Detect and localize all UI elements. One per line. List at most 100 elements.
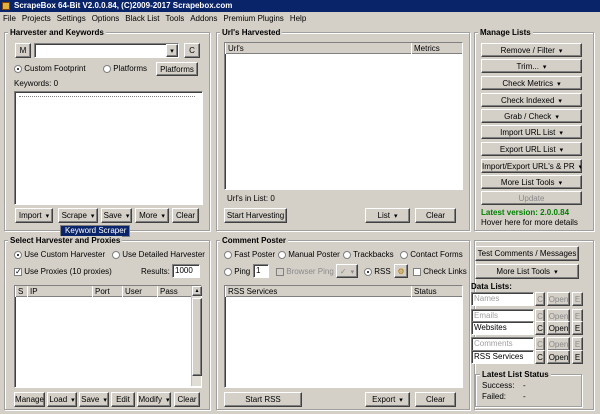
rss-radio[interactable]: RSS <box>364 267 391 277</box>
names-field[interactable]: Names <box>471 292 534 306</box>
rss-services-open-button[interactable]: Open <box>547 350 570 364</box>
import-url-list-button[interactable]: Import URL List <box>481 125 582 139</box>
export-label: Export <box>372 395 396 404</box>
proxy-scrollbar[interactable]: ▴ <box>191 286 202 386</box>
remove-filter-button[interactable]: Remove / Filter <box>481 43 582 57</box>
menu-options[interactable]: Options <box>92 14 120 23</box>
platforms-radio[interactable]: Platforms <box>103 64 147 74</box>
checkmark-icon: ✓ <box>14 266 22 276</box>
col-metrics[interactable]: Metrics <box>411 43 440 54</box>
manual-poster-radio[interactable]: Manual Poster <box>278 250 340 260</box>
export-button[interactable]: Export <box>365 392 410 407</box>
save-proxies-button[interactable]: Save <box>79 392 109 407</box>
modify-proxies-button[interactable]: Modify <box>137 392 171 407</box>
check-links-checkbox[interactable]: Check Links <box>413 267 467 277</box>
more-button[interactable]: More <box>135 208 169 223</box>
names-e-button[interactable]: E <box>572 292 583 306</box>
rss-services-c-button[interactable]: C <box>535 350 545 364</box>
scroll-thumb[interactable] <box>192 298 202 376</box>
export-url-list-button[interactable]: Export URL List <box>481 142 582 156</box>
browser-ping-checkbox[interactable]: Browser Ping <box>276 267 334 277</box>
start-harvesting-button[interactable]: Start Harvesting <box>224 208 287 223</box>
col-status[interactable]: Status <box>411 286 437 297</box>
clear-urls-button[interactable]: Clear <box>415 208 456 223</box>
edit-proxies-button[interactable]: Edit <box>111 392 135 407</box>
clear-rss-button[interactable]: Clear <box>415 392 456 407</box>
scroll-up-icon[interactable]: ▴ <box>192 286 202 296</box>
col-urls[interactable]: Url's <box>225 43 244 54</box>
export-url-list-label: Export URL List <box>499 145 556 154</box>
col-port[interactable]: Port <box>92 286 110 297</box>
hover-details[interactable]: Hover here for more details <box>481 218 578 228</box>
trackbacks-radio[interactable]: Trackbacks <box>343 250 394 260</box>
custom-footprint-radio[interactable]: Custom Footprint <box>14 64 86 74</box>
menu-help[interactable]: Help <box>290 14 306 23</box>
scrape-button[interactable]: Scrape <box>58 208 98 223</box>
results-input[interactable]: 1000 <box>172 264 200 278</box>
clear-keywords-button[interactable]: Clear <box>172 208 199 223</box>
comments-e-button[interactable]: E <box>572 337 583 351</box>
col-rss-services[interactable]: RSS Services <box>225 286 277 297</box>
contact-forms-radio[interactable]: Contact Forms <box>400 250 463 260</box>
menu-projects[interactable]: Projects <box>22 14 51 23</box>
websites-field[interactable]: Websites <box>471 321 534 335</box>
update-button[interactable]: Update <box>481 191 582 205</box>
chevron-down-icon[interactable]: ▾ <box>166 44 178 57</box>
col-pass[interactable]: Pass <box>157 286 178 297</box>
websites-open-button[interactable]: Open <box>547 321 570 335</box>
check-metrics-button[interactable]: Check Metrics <box>481 76 582 90</box>
proxy-list[interactable]: S IP Port User Pass ▴ <box>14 285 202 388</box>
urls-list[interactable]: Url's Metrics <box>224 42 463 190</box>
clear-proxies-button[interactable]: Clear <box>174 392 200 407</box>
menu-file[interactable]: File <box>3 14 16 23</box>
settings-icon[interactable]: ⚙ <box>394 264 408 278</box>
trim-button[interactable]: Trim... <box>481 59 582 73</box>
col-user[interactable]: User <box>122 286 142 297</box>
menu-settings[interactable]: Settings <box>57 14 86 23</box>
comments-field[interactable]: Comments <box>471 337 534 351</box>
save-button[interactable]: Save <box>101 208 132 223</box>
m-button[interactable]: M <box>15 43 31 58</box>
test-comments-button[interactable]: Test Comments / Messages <box>475 246 579 261</box>
c-button[interactable]: C <box>184 43 200 58</box>
success-value: - <box>523 381 526 390</box>
use-proxies-checkbox[interactable]: ✓ Use Proxies (10 proxies) <box>14 267 112 277</box>
rss-header: RSS Services Status <box>225 286 462 297</box>
import-export-pr-button[interactable]: Import/Export URL's & PR <box>481 159 582 173</box>
more-list-tools-button[interactable]: More List Tools <box>481 175 582 189</box>
load-label: Load <box>49 395 68 404</box>
menu-addons[interactable]: Addons <box>190 14 217 23</box>
use-detailed-harvester-radio[interactable]: Use Detailed Harvester <box>112 250 205 260</box>
footprint-select[interactable]: ▾ <box>34 43 179 58</box>
col-s[interactable]: S <box>15 286 23 297</box>
rss-services-field[interactable]: RSS Services <box>471 350 534 364</box>
ping-input[interactable]: 1 <box>253 264 269 278</box>
rss-services-list[interactable]: RSS Services Status <box>224 285 463 388</box>
comments-c-button[interactable]: C <box>535 337 545 351</box>
import-button[interactable]: Import <box>15 208 53 223</box>
grab-check-button[interactable]: Grab / Check <box>481 109 582 123</box>
fast-poster-radio[interactable]: Fast Poster <box>224 250 275 260</box>
start-rss-button[interactable]: Start RSS <box>224 392 302 407</box>
manage-proxies-button[interactable]: Manage <box>14 392 45 407</box>
load-proxies-button[interactable]: Load <box>47 392 77 407</box>
col-ip[interactable]: IP <box>27 286 38 297</box>
menu-tools[interactable]: Tools <box>166 14 185 23</box>
use-custom-harvester-radio[interactable]: Use Custom Harvester <box>14 250 105 260</box>
keywords-textarea[interactable] <box>14 91 203 205</box>
websites-c-button[interactable]: C <box>535 321 545 335</box>
menu-premium-plugins[interactable]: Premium Plugins <box>223 14 283 23</box>
names-open-button[interactable]: Open <box>547 292 570 306</box>
check-indexed-button[interactable]: Check Indexed <box>481 93 582 107</box>
rss-services-e-button[interactable]: E <box>572 350 583 364</box>
names-c-button[interactable]: C <box>535 292 545 306</box>
ping-radio[interactable]: Ping <box>224 267 250 277</box>
ping-options-button[interactable]: ✓ <box>336 264 358 278</box>
comments-open-button[interactable]: Open <box>547 337 570 351</box>
platforms-button[interactable]: Platforms <box>156 62 198 76</box>
more-list-tools-poster-button[interactable]: More List Tools <box>475 264 579 279</box>
list-button[interactable]: List <box>365 208 410 223</box>
websites-e-button[interactable]: E <box>572 321 583 335</box>
more-label: More <box>139 211 158 220</box>
menu-black-list[interactable]: Black List <box>125 14 159 23</box>
